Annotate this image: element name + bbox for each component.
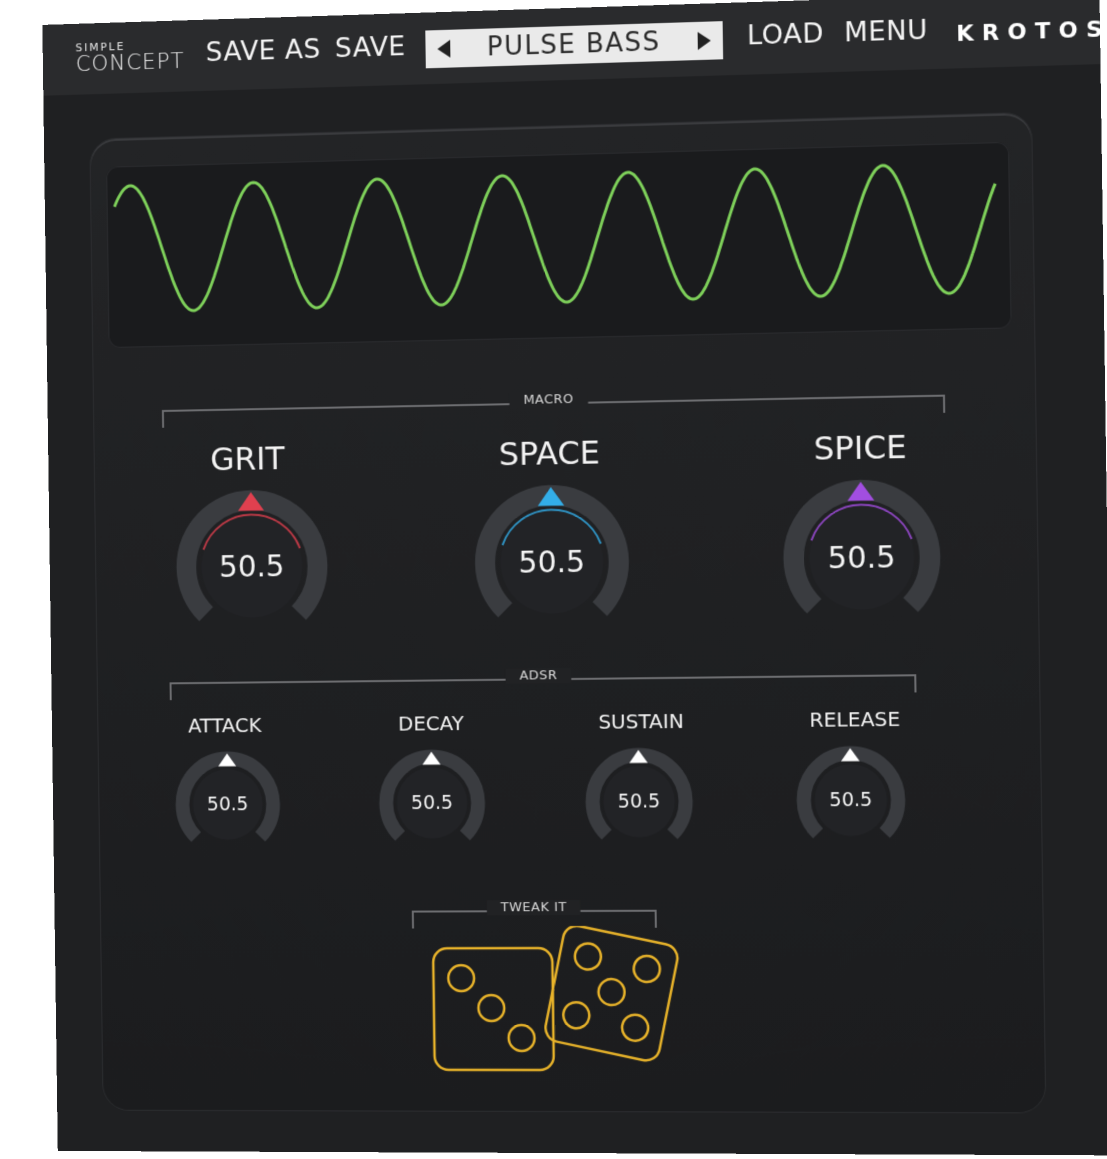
grit-label: GRIT [210,439,285,479]
space-knob[interactable]: 50.5 [473,483,631,641]
release-value: 50.5 [829,788,873,812]
die-pip [562,1000,591,1030]
adsr-section-label: ADSR [505,667,572,684]
logo-bottom-text: CONCEPT [75,49,185,78]
die-back [543,926,680,1063]
waveform-line [114,163,997,313]
die-pip [632,953,663,984]
decay-label: DECAY [398,711,464,736]
tweak-section-label: TWEAK IT [486,899,581,916]
preset-selector[interactable]: PULSE BASS [425,21,724,69]
space-value: 50.5 [518,544,586,581]
decay-knob[interactable]: 50.5 [378,749,486,857]
die-pip [478,995,504,1021]
release-label: RELEASE [809,706,901,732]
plugin-window: SIMPLE CONCEPT SAVE AS SAVE PULSE BASS L… [42,0,1107,1156]
next-preset-icon[interactable] [697,31,711,51]
decay-value: 50.5 [410,791,454,815]
spice-knob[interactable]: 50.5 [782,478,943,638]
attack-knob[interactable]: 50.5 [174,751,281,859]
sustain-value: 50.5 [617,790,661,813]
space-label: SPACE [498,433,601,474]
macro-section-label: MACRO [509,391,588,409]
header-bar: SIMPLE CONCEPT SAVE AS SAVE PULSE BASS L… [42,0,1107,96]
spice-label: SPICE [813,427,908,468]
menu-button[interactable]: MENU [844,15,928,49]
krotos-brand: KROTOS [956,16,1107,48]
grit-knob[interactable]: 50.5 [175,488,330,645]
die-pip [620,1012,651,1043]
grit-value: 50.5 [218,548,285,585]
spice-value: 50.5 [827,539,896,576]
waveform-wave [106,142,1011,348]
macro-section-divider: MACRO [161,391,946,432]
die-front-outline [433,948,554,1070]
adsr-section-divider: ADSR [169,667,917,705]
main-panel: MACRO GRIT SPACE SPICE 50.5 50.5 50.5 AD… [90,112,1046,1113]
attack-value: 50.5 [206,793,249,816]
prev-preset-icon[interactable] [437,39,451,59]
sustain-label: SUSTAIN [598,708,684,734]
die-pip [573,941,602,971]
die-pip [508,1025,534,1051]
attack-label: ATTACK [187,713,262,738]
simple-concept-logo: SIMPLE CONCEPT [75,38,192,81]
preset-name: PULSE BASS [486,27,661,63]
die-front [433,948,554,1070]
die-pip [448,965,474,991]
save-button[interactable]: SAVE [335,31,406,64]
save-as-button[interactable]: SAVE AS [205,34,320,68]
die-back-outline [543,926,680,1063]
sustain-knob[interactable]: 50.5 [584,747,694,856]
die-pip [596,977,627,1008]
release-knob[interactable]: 50.5 [795,745,906,855]
load-button[interactable]: LOAD [747,18,824,52]
waveform-display [106,141,1012,348]
dice-randomize-icon[interactable] [429,926,690,1077]
